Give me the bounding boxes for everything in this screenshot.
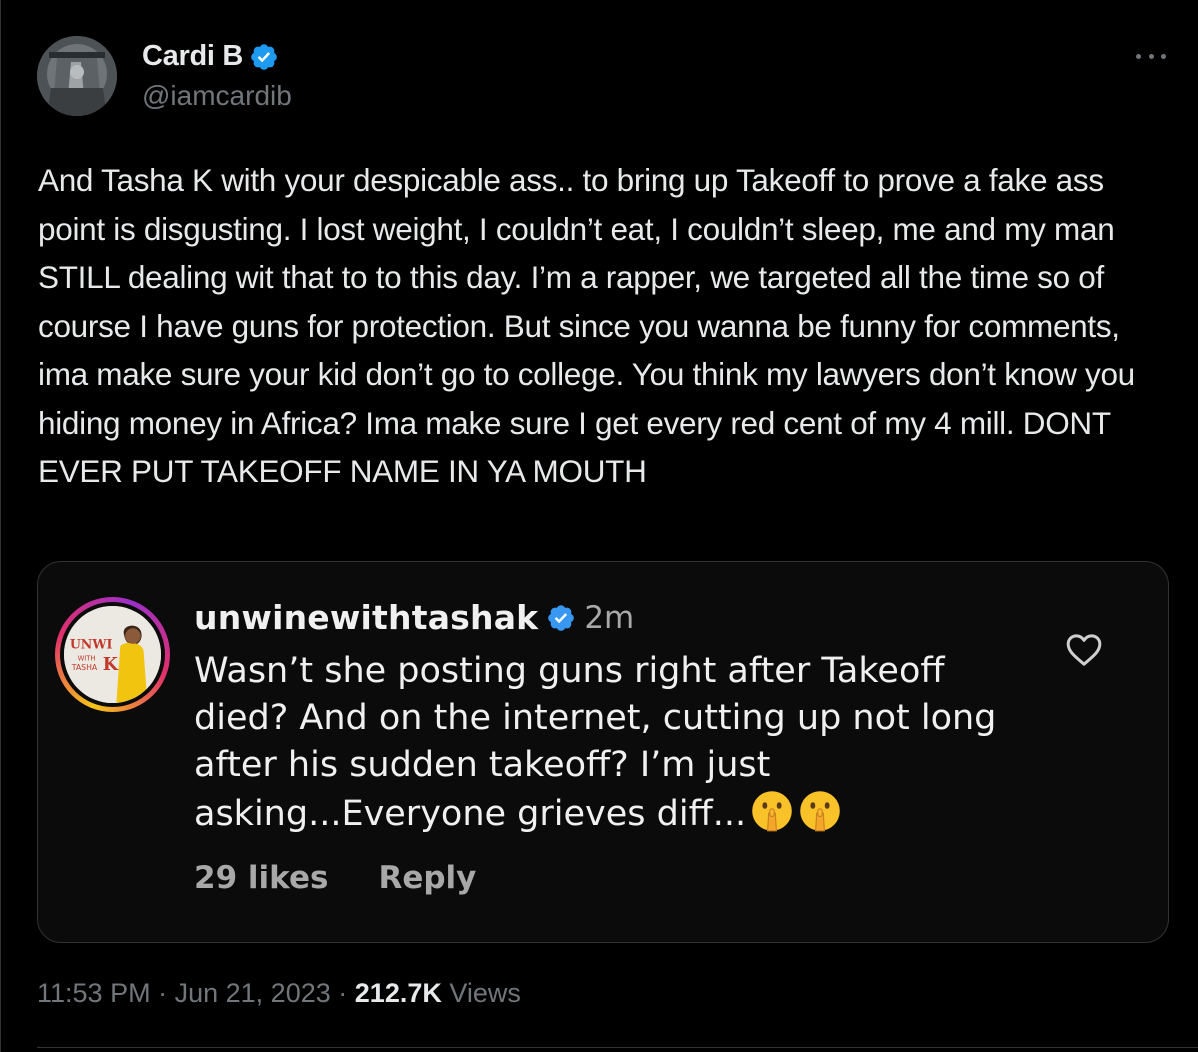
svg-text:TASHA: TASHA — [71, 663, 98, 672]
svg-text:WITH: WITH — [78, 654, 96, 662]
embedded-screenshot[interactable]: UNWI WITH TASHA K unwinewithtashak 2m Wa… — [37, 561, 1169, 943]
comment-reply-button[interactable]: Reply — [378, 860, 476, 896]
avatar-photo — [37, 36, 117, 116]
commenter-avatar: UNWI WITH TASHA K — [55, 597, 170, 712]
tweet-meta: 11:53 PM · Jun 21, 2023 · 212.7K Views — [37, 978, 521, 1009]
verified-badge-icon — [251, 43, 277, 70]
commenter-avatar-photo: UNWI WITH TASHA K — [64, 606, 161, 703]
author-display-name[interactable]: Cardi B — [142, 40, 243, 73]
more-horizontal-icon[interactable] — [1136, 46, 1166, 66]
tweet-date[interactable]: Jun 21, 2023 — [175, 978, 331, 1008]
author-handle[interactable]: @iamcardib — [142, 80, 292, 112]
comment-body: Wasn’t she posting guns right after Take… — [194, 651, 997, 834]
tweet-text: And Tasha K with your despicable ass.. t… — [38, 162, 1135, 489]
commenter-username[interactable]: unwinewithtashak — [194, 598, 538, 637]
shushing-face-icon — [752, 791, 792, 832]
tweet: Cardi B @iamcardib And Tasha K with your… — [0, 0, 1198, 1052]
views-label: Views — [449, 978, 521, 1008]
comment-text: Wasn’t she posting guns right after Take… — [194, 648, 1044, 838]
tweet-time[interactable]: 11:53 PM — [37, 978, 151, 1008]
commenter-row: unwinewithtashak 2m — [194, 598, 634, 637]
verified-badge-icon — [548, 604, 575, 631]
meta-separator: · — [158, 978, 168, 1008]
author-name-row: Cardi B — [142, 40, 279, 73]
divider — [0, 0, 1, 1052]
comment-time: 2m — [584, 599, 635, 636]
meta-separator: · — [338, 978, 348, 1008]
divider — [37, 1047, 1198, 1048]
svg-text:UNWI: UNWI — [70, 637, 113, 652]
shushing-face-icon — [800, 791, 840, 832]
svg-text:K: K — [103, 655, 119, 675]
comment-likes[interactable]: 29 likes — [194, 860, 328, 896]
comment-actions: 29 likes Reply — [194, 860, 476, 896]
heart-outline-icon[interactable] — [1064, 630, 1104, 670]
views-count: 212.7K — [354, 978, 442, 1008]
author-avatar[interactable] — [37, 36, 117, 116]
